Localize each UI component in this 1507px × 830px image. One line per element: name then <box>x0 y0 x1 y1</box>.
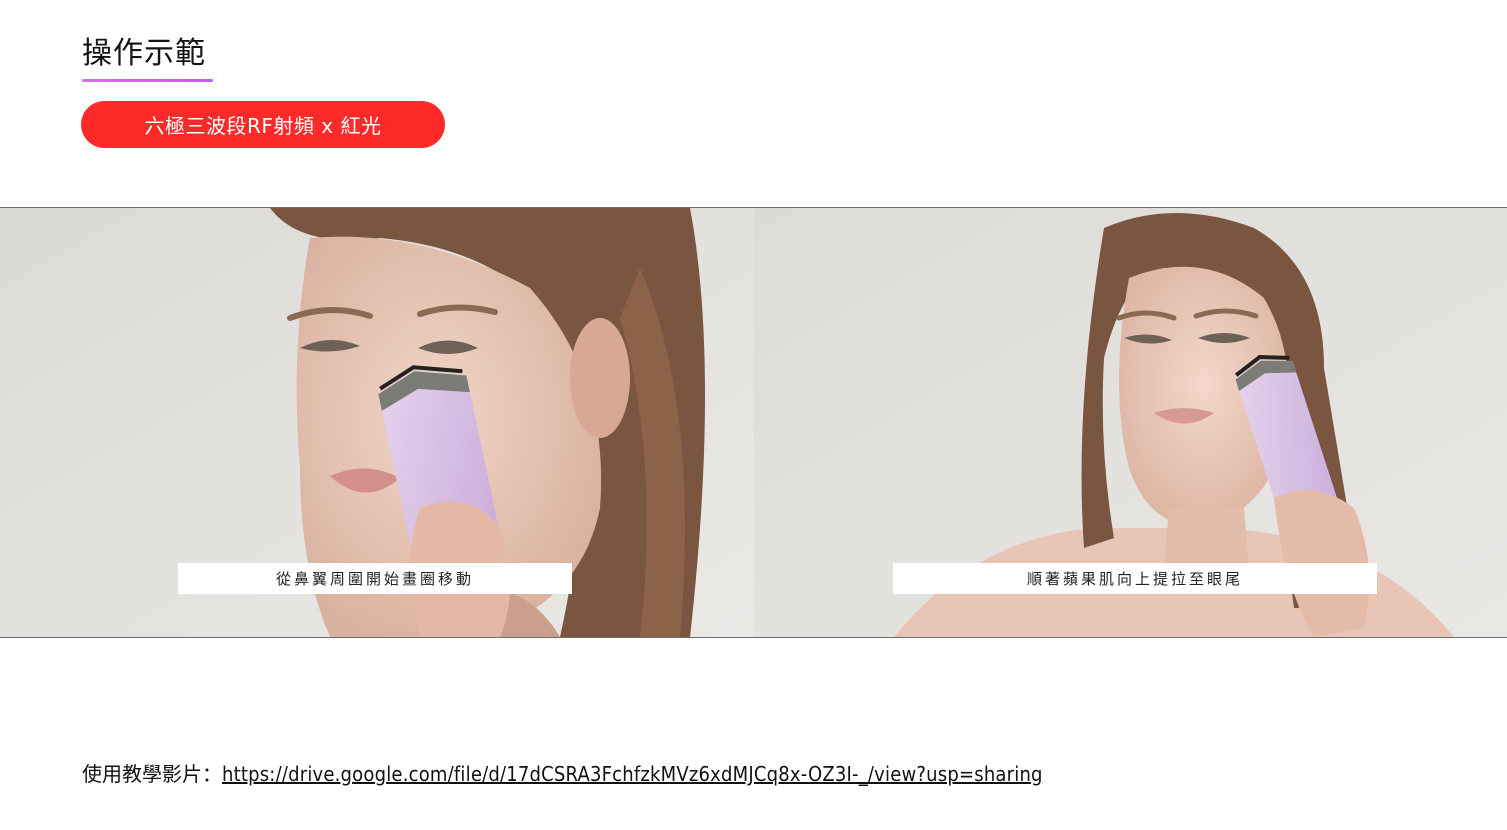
title-underline <box>82 79 213 82</box>
tutorial-line: 使用教學影片：https://drive.google.com/file/d/1… <box>82 760 1043 788</box>
demo-photo-right: 順著蘋果肌向上提拉至眼尾 <box>754 207 1507 638</box>
feature-badge-label: 六極三波段RF射頻 x 紅光 <box>144 114 382 138</box>
caption-right: 順著蘋果肌向上提拉至眼尾 <box>893 563 1377 594</box>
tutorial-video-link[interactable]: https://drive.google.com/file/d/17dCSRA3… <box>222 762 1043 786</box>
caption-left: 從鼻翼周圍開始畫圈移動 <box>178 563 572 594</box>
page-title: 操作示範 <box>82 36 206 71</box>
feature-badge: 六極三波段RF射頻 x 紅光 <box>81 101 445 148</box>
tutorial-label: 使用教學影片： <box>82 762 222 786</box>
demo-photo-left: 從鼻翼周圍開始畫圈移動 <box>0 207 754 638</box>
